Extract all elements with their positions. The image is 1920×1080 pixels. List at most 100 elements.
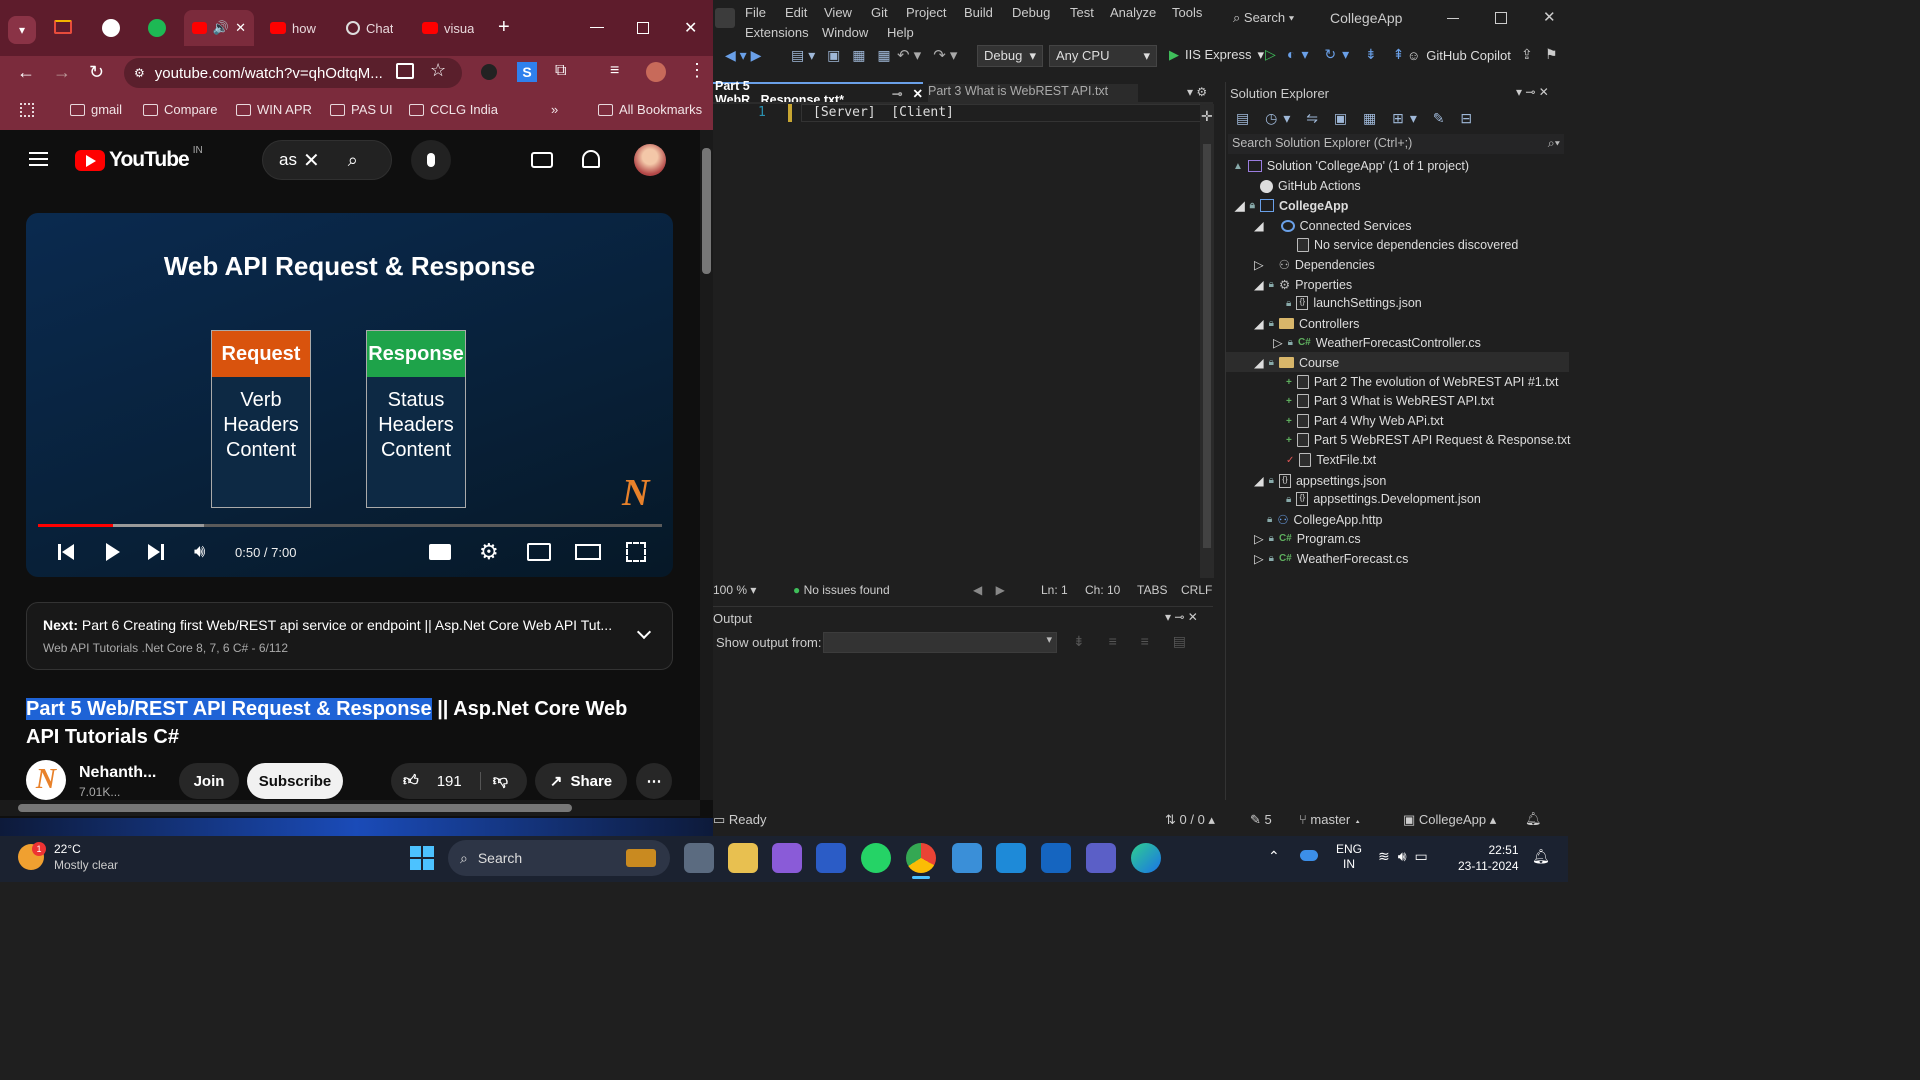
bookmark-compare[interactable]: Compare [143,102,217,117]
tree-part5[interactable]: + Part 5 WebREST API Request & Response.t… [1286,433,1570,447]
tab-search-button[interactable]: ▾ [8,16,36,44]
settings-gear-icon[interactable]: ⚙ [479,539,499,565]
maximize-icon[interactable] [637,22,649,34]
language-indicator[interactable]: ENG IN [1336,842,1362,872]
uncommitted-changes[interactable]: ✎ 5 [1250,812,1272,828]
tree-part3[interactable]: + Part 3 What is WebREST API.txt [1286,394,1494,408]
pending-changes[interactable]: ⇅ 0 / 0 ▴ [1165,812,1215,828]
feedback-icon[interactable]: ⚑ [1545,46,1558,63]
search-icon[interactable]: ⌕ [348,150,358,171]
share-button[interactable]: ↗ Share [535,763,627,799]
tree-project-collegeapp[interactable]: ◢ 🔒︎ CollegeApp [1235,198,1348,214]
nav-arrows-icon[interactable]: ◀ ▶ [973,583,1005,597]
spotify-tab-icon[interactable] [148,19,166,37]
menu-extensions[interactable]: Extensions [745,25,809,40]
menu-window[interactable]: Window [822,25,868,40]
editor-scroll-thumb[interactable] [1203,144,1211,548]
word-icon[interactable] [816,843,846,873]
youtube-tab-active[interactable]: 🔊 ✕ [184,10,254,46]
close-window-icon[interactable]: ✕ [684,18,697,38]
clear-search-icon[interactable]: ✕ [303,148,320,173]
teams-icon[interactable] [1086,843,1116,873]
share-icon[interactable]: ⇪ [1521,46,1533,63]
menu-tools[interactable]: Tools [1172,5,1202,20]
menu-debug[interactable]: Debug [1012,5,1050,20]
vs-search[interactable]: ⌕ Search ▾ [1233,10,1294,26]
channel-name[interactable]: Nehanth... [79,764,156,782]
like-button[interactable]: 👍︎ 191 👎︎ [391,763,527,799]
tree-solution[interactable]: ▲ Solution 'CollegeApp' (1 of 1 project) [1233,159,1469,173]
github-copilot-button[interactable]: ☺ GitHub Copilot [1407,48,1511,63]
output-toolbar-icons[interactable]: ⇟ ≡ ≡ ▤ [1073,633,1196,650]
fullscreen-icon[interactable] [626,542,646,562]
undo-redo-icons[interactable]: ↶▾ ↷▾ [897,46,961,64]
search-box[interactable]: as ✕ ⌕ [262,140,392,180]
vscode-icon[interactable] [996,843,1026,873]
menu-project[interactable]: Project [906,5,946,20]
tab-overflow-icon[interactable]: ▾ ⚙ [1187,85,1207,99]
notification-center-icon[interactable]: 🔔︎ [1532,848,1550,865]
video-player[interactable]: Web API Request & Response Request Verb … [26,213,673,577]
menu-view[interactable]: View [824,5,852,20]
split-icon[interactable]: ✛ [1201,108,1213,125]
reload-icon[interactable]: ↻ [89,62,104,83]
editor-scrollbar[interactable]: ✛ [1200,104,1214,578]
forward-icon[interactable]: → [53,62,71,83]
hot-reload-icons[interactable]: ◐▾ ↻▾ ⇟ ⇞ [1287,46,1410,63]
branch-selector[interactable]: ⑂ master ▴ [1299,812,1362,827]
s-extension-icon[interactable]: S [517,62,537,82]
issues-indicator[interactable]: ● No issues found [793,583,890,597]
nav-back-icon[interactable]: ◀ ▾ ▶ [725,47,761,64]
weather-widget[interactable]: 1 22°C Mostly clear [18,842,118,872]
tree-appsettings-dev[interactable]: 🔒︎{} appsettings.Development.json [1286,492,1481,506]
tree-appsettings[interactable]: ◢ 🔒︎{} appsettings.json [1254,473,1386,488]
clock[interactable]: 22:51 23-11-2024 [1458,842,1519,874]
menu-git[interactable]: Git [871,5,888,20]
hamburger-menu-icon[interactable] [29,152,48,166]
tree-course-folder[interactable]: ◢ 🔒︎ Course [1254,355,1339,371]
close-tab-icon[interactable]: ✕ [913,86,923,101]
tree-launchsettings[interactable]: 🔒︎{} launchSettings.json [1286,296,1422,310]
scrollbar-thumb[interactable] [702,148,711,274]
close-tab-icon[interactable]: ✕ [235,20,246,36]
minimize-icon[interactable] [590,27,604,28]
progress-bar[interactable] [38,524,662,527]
notepad-icon[interactable] [952,843,982,873]
tree-part4[interactable]: + Part 4 Why Web APi.txt [1286,414,1444,428]
zoom-level[interactable]: 100 % ▾ [713,583,756,597]
tree-collegeapp-http[interactable]: 🔒︎ ⚇ CollegeApp.http [1267,512,1383,528]
outlook-icon[interactable] [1041,843,1071,873]
h-scrollbar-thumb[interactable] [18,804,572,812]
tree-weatherforecast-cs[interactable]: ▷ 🔒︎ C# WeatherForecast.cs [1254,551,1408,567]
gmail-tab-icon[interactable] [54,20,72,34]
show-hidden-icons[interactable]: ⌃ [1268,848,1280,865]
search-input[interactable]: as [279,150,297,170]
new-tab-button[interactable]: + [498,16,510,39]
subscribe-button[interactable]: Subscribe [247,763,343,799]
platform-dropdown[interactable]: Any CPU ▾ [1049,45,1157,67]
media-control-icon[interactable]: ≡ [610,62,619,80]
theater-mode-icon[interactable] [575,544,601,560]
run-button[interactable]: ▶ IIS Express ▾ [1169,47,1264,63]
account-avatar[interactable] [634,144,666,176]
tree-connected-services[interactable]: ◢ Connected Services [1254,218,1412,234]
extensions-puzzle-icon[interactable]: ⧉ [555,62,566,80]
extension-icon[interactable] [481,64,497,80]
more-actions-button[interactable]: ⋯ [636,763,672,799]
up-next-card[interactable]: Next: Part 6 Creating first Web/REST api… [26,602,673,670]
menu-analyze[interactable]: Analyze [1110,5,1156,20]
onedrive-icon[interactable] [1300,850,1318,861]
menu-help[interactable]: Help [887,25,914,40]
code-editor[interactable]: 1 [Server] [Client] [713,104,1208,578]
previous-icon[interactable] [58,544,74,560]
apps-icon[interactable] [20,103,34,117]
toolbar-file-icons[interactable]: ▤▾ ▣ ▦ ▦ [791,47,895,64]
thumbs-down-icon[interactable]: 👎︎ [479,772,508,790]
subtitles-icon[interactable] [429,544,451,560]
tab-chat[interactable]: Chat [346,12,393,44]
volume-icon[interactable]: 🔊︎ [194,541,205,562]
menu-build[interactable]: Build [964,5,993,20]
repo-selector[interactable]: ▣ CollegeApp ▴ [1403,812,1496,828]
editor-tab[interactable]: Part 3 What is WebREST API.txt [928,84,1138,102]
vs-minimize-icon[interactable] [1447,18,1459,19]
